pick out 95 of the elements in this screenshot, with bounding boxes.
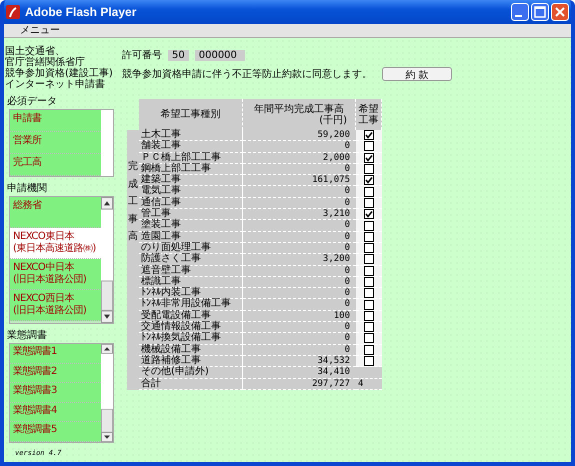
checkbox[interactable]: [364, 300, 374, 310]
list-item[interactable]: 業態調書5: [10, 422, 101, 442]
scrollbar[interactable]: [101, 344, 113, 442]
list-item[interactable]: 完工高: [10, 154, 101, 176]
table-cell: 0: [243, 220, 356, 232]
table-cell: 297,727: [243, 378, 356, 390]
checkbox[interactable]: [364, 141, 374, 152]
minimize-icon[interactable]: [511, 3, 529, 21]
input-field[interactable]: 50: [168, 50, 189, 60]
list-item[interactable]: 業態調書4: [10, 402, 101, 422]
table-cell: 建築工事: [139, 175, 243, 186]
list-item[interactable]: 総務省: [10, 197, 101, 228]
table-cell: 100: [243, 310, 356, 322]
table-cell: 3,200: [243, 254, 356, 266]
table-cell: 2,000: [243, 152, 356, 164]
header-text: 国土交通省、: [5, 46, 65, 57]
maximize-icon[interactable]: [531, 3, 549, 21]
table-cell: 3,210: [243, 209, 356, 220]
menu-item[interactable]: メニュー: [20, 24, 60, 36]
column-header: 希望 工事: [356, 99, 382, 130]
checkbox[interactable]: [364, 322, 374, 332]
table-cell: 0: [243, 266, 356, 277]
table-cell: 塗装工事: [139, 220, 243, 232]
table-cell: 合計: [139, 378, 243, 390]
header-text: 競争参加資格(建設工事): [5, 68, 114, 79]
table-cell: その他(申請外): [139, 367, 243, 379]
header-text: 官庁営繕関係省庁: [5, 57, 85, 68]
table-cell: 0: [243, 344, 356, 356]
table-cell: 0: [243, 198, 356, 210]
checkbox[interactable]: [364, 288, 374, 298]
permit-label: 許可番号: [122, 48, 162, 62]
table-cell: 機械設備工事: [139, 344, 243, 356]
table-cell: ﾄﾝﾈﾙ換気設備工事: [139, 333, 243, 345]
checkbox[interactable]: [364, 254, 374, 264]
list-item[interactable]: 業態調書2: [10, 364, 101, 384]
table-cell: 0: [243, 232, 356, 243]
list-item[interactable]: 営業所: [10, 132, 101, 154]
checkbox[interactable]: [364, 186, 374, 197]
list-item[interactable]: 申請書: [10, 110, 101, 132]
panel-title: 業態調書: [7, 330, 48, 342]
table-cell: ＰＣ橋上部工工事: [139, 152, 243, 164]
input-field[interactable]: 000000: [194, 50, 245, 60]
panel-title: 申請機関: [7, 183, 48, 195]
close-icon[interactable]: [551, 3, 569, 21]
list-item[interactable]: NEXCO中日本 (旧日本道路公団): [10, 259, 101, 290]
list-item[interactable]: 業態調書1: [10, 344, 101, 364]
checkbox[interactable]: [364, 209, 374, 220]
table-cell: 造園工事: [139, 232, 243, 243]
table-cell: 4: [356, 378, 382, 390]
checkbox[interactable]: [364, 198, 374, 208]
table-cell: 電気工事: [139, 186, 243, 198]
checkbox[interactable]: [364, 277, 374, 287]
column-header: 希望工事種別: [139, 99, 243, 130]
table-cell: 0: [243, 333, 356, 345]
table-cell: 0: [243, 164, 356, 176]
checkbox[interactable]: [364, 152, 374, 163]
terms-button[interactable]: 約 款: [382, 67, 452, 81]
table-cell: 遮音壁工事: [139, 266, 243, 277]
checkbox[interactable]: [364, 232, 374, 242]
checkbox[interactable]: [364, 310, 374, 321]
table-cell: 34,410: [243, 367, 356, 379]
checkbox[interactable]: [364, 220, 374, 231]
header-text: インターネット申請書: [5, 79, 106, 90]
table-cell: 0: [243, 276, 356, 288]
table-cell: ﾄﾝﾈﾙ非常用設備工事: [139, 299, 243, 311]
checkbox[interactable]: [364, 344, 374, 355]
checkbox[interactable]: [364, 356, 374, 366]
table-cell: 59,200: [243, 130, 356, 142]
window-title: Adobe Flash Player: [25, 5, 136, 19]
checkbox[interactable]: [364, 164, 374, 174]
table-cell: 0: [243, 288, 356, 300]
scrollbar[interactable]: [101, 197, 113, 323]
list-item[interactable]: 業態調書3: [10, 383, 101, 403]
checkbox[interactable]: [364, 175, 374, 186]
checkbox[interactable]: [364, 333, 374, 344]
table-cell: 34,532: [243, 356, 356, 368]
agreement-text: 競争参加資格申請に伴う不正等防止約款に同意します。: [122, 68, 372, 81]
list-item[interactable]: NEXCO西日本 (旧日本道路公団): [10, 290, 101, 321]
table-cell: 舗装工事: [139, 141, 243, 153]
table-cell: 完成工事高: [127, 130, 139, 390]
checkbox[interactable]: [364, 266, 374, 276]
panel-title: 必須データ: [7, 96, 58, 108]
table-cell: 0: [243, 299, 356, 311]
column-header: 年間平均完成工事高 (千円): [243, 99, 356, 130]
app-icon: [6, 5, 20, 19]
scrollbar[interactable]: [101, 110, 113, 176]
checkbox[interactable]: [364, 130, 374, 140]
table-cell: 0: [243, 322, 356, 334]
checkbox[interactable]: [364, 243, 374, 254]
list-item[interactable]: NEXCO東日本 (東日本高速道路㈱): [10, 228, 101, 259]
table-cell: 161,075: [243, 175, 356, 186]
table-cell: 防護さく工事: [139, 254, 243, 266]
table-cell: 0: [243, 141, 356, 153]
table-cell: 0: [243, 242, 356, 254]
table-cell: 0: [243, 186, 356, 198]
